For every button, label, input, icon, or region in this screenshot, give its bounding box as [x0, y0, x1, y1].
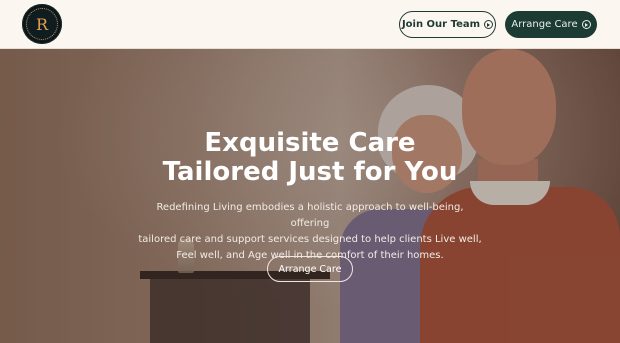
hero-section: Exquisite Care Tailored Just for You Red…: [0, 49, 620, 343]
arrange-care-header-label: Arrange Care: [511, 19, 578, 30]
hero-title: Exquisite Care Tailored Just for You: [110, 129, 510, 187]
hero-description: Redefining Living embodies a holistic ap…: [138, 200, 482, 264]
join-our-team-button[interactable]: Join Our Team: [399, 11, 496, 38]
brand-logo[interactable]: R: [22, 4, 62, 44]
hero-title-line-1: Exquisite Care: [204, 128, 416, 158]
site-header: R Join Our Team Arrange Care: [0, 0, 620, 49]
circle-arrow-right-icon: [484, 20, 494, 29]
hero-overlay: [0, 49, 620, 343]
logo-letter: R: [35, 14, 49, 34]
circle-arrow-right-icon: [581, 20, 591, 29]
join-our-team-label: Join Our Team: [401, 19, 481, 30]
hero-description-line-1: Redefining Living embodies a holistic ap…: [156, 202, 464, 229]
hero-title-line-2: Tailored Just for You: [162, 157, 458, 187]
arrange-care-header-button[interactable]: Arrange Care: [505, 11, 597, 38]
arrange-care-hero-button[interactable]: Arrange Care: [267, 256, 353, 282]
hero-description-line-2: tailored care and support services desig…: [138, 234, 482, 245]
